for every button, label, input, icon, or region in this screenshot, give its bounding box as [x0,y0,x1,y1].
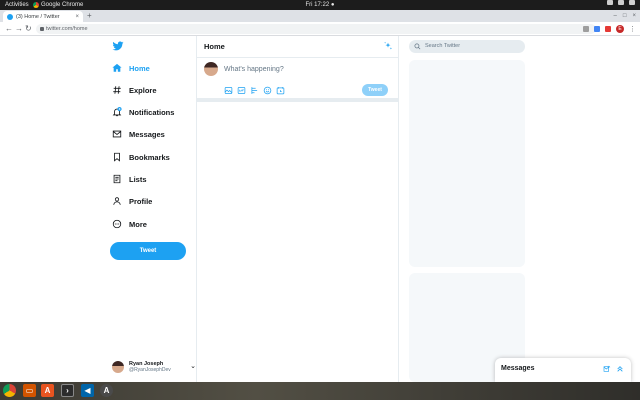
browser-tab-strip: (3) Home / Twitter × + – □ × [0,10,640,22]
nav-messages[interactable]: Messages [112,127,165,141]
schedule-icon[interactable] [276,86,285,95]
image-icon[interactable] [224,86,233,95]
nav-lists[interactable]: Lists [112,172,147,186]
bookmark-icon [114,152,120,162]
window-controls: – □ × [614,11,636,21]
twitter-logo-icon[interactable] [112,40,124,52]
app-launcher-icon[interactable]: A [100,384,113,397]
new-message-icon[interactable] [603,365,611,373]
nav-messages-label: Messages [129,129,165,139]
back-icon[interactable]: ← [5,24,13,34]
network-icon [607,0,613,5]
files-icon[interactable]: ▭ [23,384,36,397]
nav-more[interactable]: More [112,217,147,231]
gif-icon[interactable] [237,86,246,95]
extension-icon[interactable] [594,26,600,32]
left-navigation: Home Explore 3 Notifications Messages Bo… [108,36,196,382]
new-tab-button[interactable]: + [87,11,92,21]
avatar [204,62,218,76]
person-icon [113,197,121,205]
address-bar[interactable]: twitter.com/home [36,24,596,34]
forward-icon[interactable]: → [15,24,23,34]
star-icon[interactable] [583,26,589,32]
timeline-header: Home [197,36,398,58]
search-placeholder: Search Twitter [425,43,461,49]
vscode-icon[interactable]: ◀ [81,384,94,397]
tweet-composer: What's happening? Tweet [197,58,398,102]
nav-notifications[interactable]: 3 Notifications [112,105,174,119]
nav-bookmarks[interactable]: Bookmarks [112,150,170,164]
power-icon [629,0,635,5]
browser-tab-twitter[interactable]: (3) Home / Twitter × [3,11,83,22]
account-handle: @RyanJosephDev [129,367,171,373]
software-center-icon[interactable]: A [41,384,54,397]
volume-icon [618,0,624,5]
tab-close-icon[interactable]: × [75,14,79,20]
account-info: Ryan Joseph @RyanJosephDev [129,361,171,373]
messages-drawer[interactable]: Messages [495,358,631,382]
reload-icon[interactable]: ↻ [25,24,32,34]
nav-profile[interactable]: Profile [112,194,152,208]
nav-explore[interactable]: Explore [112,83,157,97]
emoji-icon[interactable] [263,86,272,95]
hashtag-icon [113,86,121,94]
maximize-icon[interactable]: □ [623,11,627,21]
main-timeline: Home What's happening? Tweet [196,36,399,382]
composer-input[interactable]: What's happening? [224,66,284,73]
terminal-icon[interactable]: › [61,384,74,397]
nav-home-label: Home [129,63,150,73]
system-top-bar: Activities Google Chrome Fri 17:22 ● [0,0,640,10]
search-input[interactable]: Search Twitter [409,40,525,53]
avatar [112,361,124,373]
system-tray[interactable] [607,0,635,5]
envelope-icon [112,130,122,138]
nav-bookmarks-label: Bookmarks [129,152,170,162]
account-switcher[interactable]: Ryan Joseph @RyanJosephDev ⌄ [112,356,198,378]
menu-dots-icon[interactable]: ⋮ [629,25,636,33]
search-icon [414,43,421,50]
bell-icon: 3 [112,107,122,117]
nav-more-label: More [129,219,147,229]
home-icon [112,63,122,72]
minimize-icon[interactable]: – [614,11,617,21]
browser-toolbar: ← → ↻ twitter.com/home E ⋮ [0,22,640,36]
url-text: twitter.com/home [46,26,88,32]
messages-drawer-title: Messages [501,365,535,372]
nav-notifications-label: Notifications [129,107,175,117]
chrome-icon[interactable] [3,384,16,397]
toolbar-actions: E ⋮ [583,24,636,34]
composer-toolbar [224,86,285,95]
twitter-favicon-icon [7,13,13,20]
nav-profile-label: Profile [129,196,153,206]
nav-home[interactable]: Home [112,61,150,75]
nav-lists-label: Lists [129,174,147,184]
taskbar-dock: ▭ A › ◀ A [0,382,640,400]
close-window-icon[interactable]: × [632,11,636,21]
list-icon [113,174,121,184]
tweet-button[interactable]: Tweet [110,242,186,260]
system-clock[interactable]: Fri 17:22 ● [0,0,640,10]
nav-explore-label: Explore [129,85,157,95]
lock-icon [40,27,44,31]
tab-title: (3) Home / Twitter [16,13,60,20]
extension-icon[interactable] [605,26,611,32]
poll-icon[interactable] [250,86,259,95]
more-circle-icon [112,219,122,229]
page-title: Home [204,42,225,51]
composer-tweet-button[interactable]: Tweet [362,84,388,96]
trends-panel [409,60,525,267]
sparkle-icon[interactable] [383,41,393,51]
chevron-up-double-icon[interactable] [616,365,624,373]
profile-avatar[interactable]: E [616,25,624,33]
